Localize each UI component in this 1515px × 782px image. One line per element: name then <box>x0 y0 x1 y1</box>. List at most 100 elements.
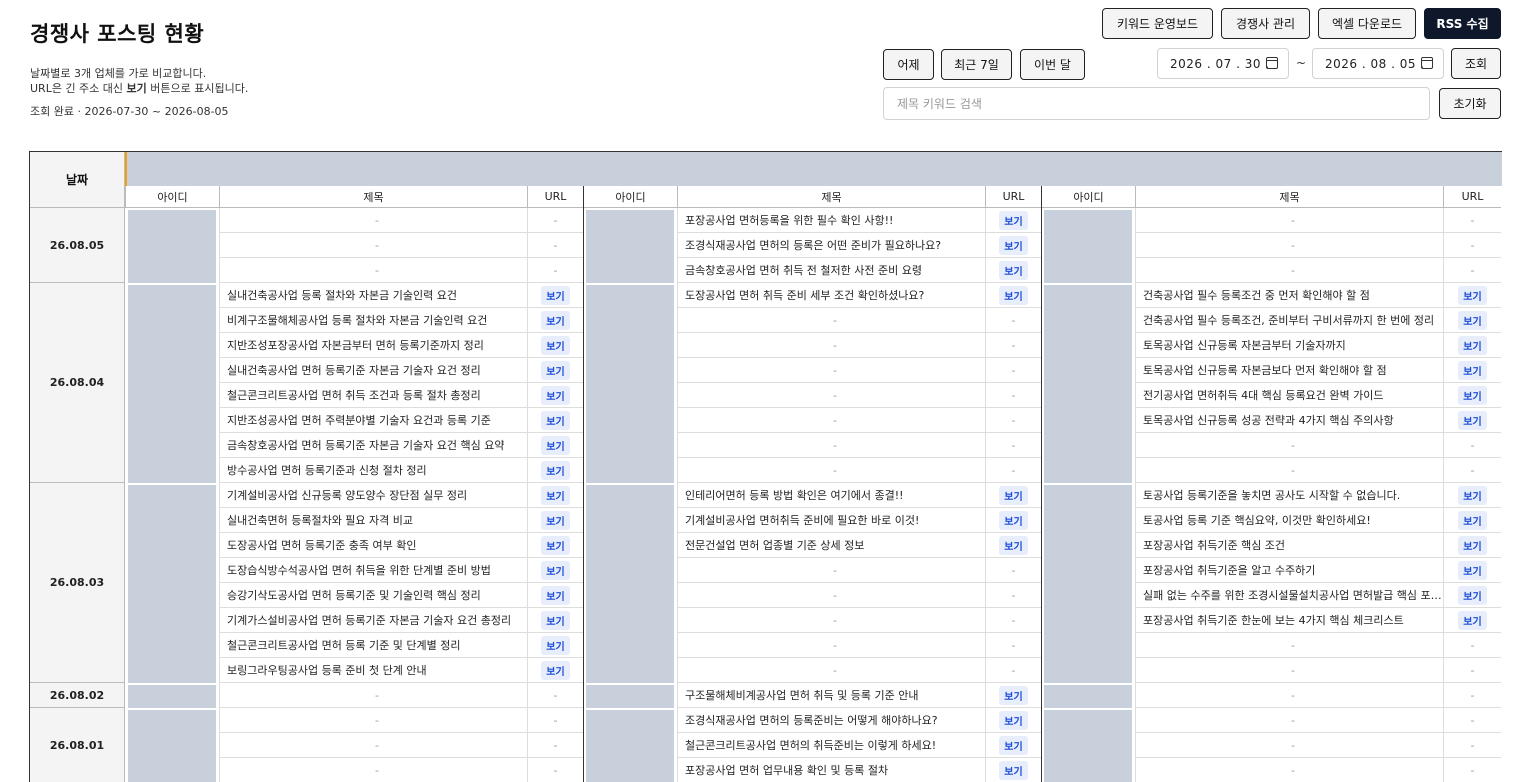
post-title: 포장공사업 취득기준을 알고 수주하기 <box>1143 564 1316 577</box>
view-link-button[interactable]: 보기 <box>999 210 1028 230</box>
post-title-cell[interactable]: 기계가스설비공사업 면허 등록기준 자본금 기술자 요건 총정리 <box>219 608 527 633</box>
view-link-button[interactable]: 보기 <box>999 285 1028 305</box>
view-link-button[interactable]: 보기 <box>999 485 1028 505</box>
view-link-button[interactable]: 보기 <box>999 685 1028 705</box>
post-title-cell[interactable]: 철근콘크리트공사업 면허 취득 조건과 등록 절차 총정리 <box>219 383 527 408</box>
post-title-cell[interactable]: 승강기삭도공사업 면허 등록기준 및 기술인력 핵심 정리 <box>219 583 527 608</box>
view-link-button[interactable]: 보기 <box>1458 360 1487 380</box>
view-link-button[interactable]: 보기 <box>541 435 570 455</box>
view-link-button[interactable]: 보기 <box>541 610 570 630</box>
post-title-cell[interactable]: 포장공사업 취득기준을 알고 수주하기 <box>1135 558 1443 583</box>
view-link-button[interactable]: 보기 <box>1458 585 1487 605</box>
view-link-button[interactable]: 보기 <box>541 560 570 580</box>
calendar-icon[interactable] <box>1421 57 1433 69</box>
view-link-button[interactable]: 보기 <box>999 760 1028 780</box>
view-link-button[interactable]: 보기 <box>999 735 1028 755</box>
view-link-button[interactable]: 보기 <box>541 585 570 605</box>
post-title-cell[interactable]: 실내건축면허 등록절차와 필요 자격 비교 <box>219 508 527 533</box>
post-title-cell[interactable]: 토목공사업 신규등록 성공 전략과 4가지 핵심 주의사항 <box>1135 408 1443 433</box>
view-link-button[interactable]: 보기 <box>1458 610 1487 630</box>
view-link-button[interactable]: 보기 <box>541 510 570 530</box>
view-link-button[interactable]: 보기 <box>1458 385 1487 405</box>
empty-value: - <box>1470 213 1475 227</box>
view-link-button[interactable]: 보기 <box>541 485 570 505</box>
post-title-cell[interactable]: 방수공사업 면허 등록기준과 신청 절차 정리 <box>219 458 527 483</box>
view-link-button[interactable]: 보기 <box>999 235 1028 255</box>
date-to-input[interactable]: 2026 . 08 . 05 . <box>1312 48 1444 79</box>
post-title-cell[interactable]: 토목공사업 신규등록 자본금부터 기술자까지 <box>1135 333 1443 358</box>
reset-button[interactable]: 초기화 <box>1439 88 1501 119</box>
title-keyword-search-input[interactable]: 제목 키워드 검색 <box>883 87 1430 120</box>
empty-value: - <box>553 713 558 727</box>
last-7-days-button[interactable]: 최근 7일 <box>941 49 1012 80</box>
view-link-button[interactable]: 보기 <box>1458 485 1487 505</box>
view-link-button[interactable]: 보기 <box>1458 560 1487 580</box>
view-link-button[interactable]: 보기 <box>1458 535 1487 555</box>
empty-value: - <box>553 763 558 777</box>
post-title-cell[interactable]: 인테리어면허 등록 방법 확인은 여기에서 종결!! <box>677 483 985 508</box>
view-link-button[interactable]: 보기 <box>1458 410 1487 430</box>
excel-download-button[interactable]: 엑셀 다운로드 <box>1318 8 1416 39</box>
date-from-input[interactable]: 2026 . 07 . 30 . <box>1157 48 1289 79</box>
post-title-cell[interactable]: 건축공사업 필수 등록조건, 준비부터 구비서류까지 한 번에 정리 <box>1135 308 1443 333</box>
post-title-cell[interactable]: 실패 없는 수주를 위한 조경시설물설치공사업 면허발급 핵심 포인트 <box>1135 583 1443 608</box>
resize-handle[interactable] <box>125 152 127 186</box>
view-link-button[interactable]: 보기 <box>541 635 570 655</box>
post-title-cell[interactable]: 실내건축공사업 면허 등록기준 자본금 기술자 요건 정리 <box>219 358 527 383</box>
post-title-cell[interactable]: 도장공사업 면허 등록기준 충족 여부 확인 <box>219 533 527 558</box>
calendar-icon[interactable] <box>1266 57 1278 69</box>
post-url-cell: 보기 <box>985 683 1041 708</box>
view-link-button[interactable]: 보기 <box>1458 510 1487 530</box>
view-link-button[interactable]: 보기 <box>999 535 1028 555</box>
view-link-button[interactable]: 보기 <box>541 335 570 355</box>
view-link-button[interactable]: 보기 <box>1458 310 1487 330</box>
rss-collect-button[interactable]: RSS 수집 <box>1424 8 1501 39</box>
post-title-cell[interactable]: 철근콘크리트공사업 면허의 취득준비는 이렇게 하세요! <box>677 733 985 758</box>
post-title-cell[interactable]: 포장공사업 취득기준 핵심 조건 <box>1135 533 1443 558</box>
post-title-cell[interactable]: 구조물해체비계공사업 면허 취득 및 등록 기준 안내 <box>677 683 985 708</box>
post-title-cell[interactable]: 금속창호공사업 면허 등록기준 자본금 기술자 요건 핵심 요약 <box>219 433 527 458</box>
post-title-cell[interactable]: 비계구조물해체공사업 등록 절차와 자본금 기술인력 요건 <box>219 308 527 333</box>
view-link-button[interactable]: 보기 <box>541 310 570 330</box>
query-button[interactable]: 조회 <box>1451 48 1501 79</box>
view-link-button[interactable]: 보기 <box>541 360 570 380</box>
post-title-cell[interactable]: 조경식재공사업 면허의 등록은 어떤 준비가 필요하나요? <box>677 233 985 258</box>
post-url-cell: 보기 <box>985 258 1041 283</box>
post-title-cell[interactable]: 토공사업 등록 기준 핵심요약, 이것만 확인하세요! <box>1135 508 1443 533</box>
post-title-cell[interactable]: 조경식재공사업 면허의 등록준비는 어떻게 해야하나요? <box>677 708 985 733</box>
view-link-button[interactable]: 보기 <box>541 460 570 480</box>
view-link-button[interactable]: 보기 <box>541 660 570 680</box>
empty-value: - <box>1011 563 1016 577</box>
post-title-cell[interactable]: 지반조성공사업 면허 주력분야별 기술자 요건과 등록 기준 <box>219 408 527 433</box>
post-title-cell[interactable]: 토목공사업 신규등록 자본금보다 먼저 확인해야 할 점 <box>1135 358 1443 383</box>
view-link-button[interactable]: 보기 <box>1458 335 1487 355</box>
view-link-button[interactable]: 보기 <box>541 385 570 405</box>
view-link-button[interactable]: 보기 <box>999 510 1028 530</box>
view-link-button[interactable]: 보기 <box>541 285 570 305</box>
post-title-cell[interactable]: 보링그라우팅공사업 등록 준비 첫 단계 안내 <box>219 658 527 683</box>
post-title-cell[interactable]: 도장공사업 면허 취득 준비 세부 조건 확인하셨나요? <box>677 283 985 308</box>
view-link-button[interactable]: 보기 <box>541 410 570 430</box>
post-title-cell[interactable]: 포장공사업 면허 업무내용 확인 및 등록 절차 <box>677 758 985 782</box>
post-title-cell[interactable]: 지반조성포장공사업 자본금부터 면허 등록기준까지 정리 <box>219 333 527 358</box>
post-title-cell[interactable]: 토공사업 등록기준을 놓치면 공사도 시작할 수 없습니다. <box>1135 483 1443 508</box>
post-title-cell[interactable]: 기계설비공사업 면허취득 준비에 필요한 바로 이것! <box>677 508 985 533</box>
post-title-cell[interactable]: 전기공사업 면허취득 4대 핵심 등록요건 완벽 가이드 <box>1135 383 1443 408</box>
post-title-cell[interactable]: 철근콘크리트공사업 면허 등록 기준 및 단계별 정리 <box>219 633 527 658</box>
post-title-cell[interactable]: 포장공사업 취득기준 한눈에 보는 4가지 핵심 체크리스트 <box>1135 608 1443 633</box>
post-title-cell[interactable]: 기계설비공사업 신규등록 양도양수 장단점 실무 정리 <box>219 483 527 508</box>
yesterday-button[interactable]: 어제 <box>883 49 934 80</box>
this-month-button[interactable]: 이번 달 <box>1020 49 1085 80</box>
view-link-button[interactable]: 보기 <box>541 535 570 555</box>
post-title-cell[interactable]: 금속창호공사업 면허 취득 전 철저한 사전 준비 요령 <box>677 258 985 283</box>
view-link-button[interactable]: 보기 <box>999 710 1028 730</box>
post-title-cell[interactable]: 건축공사업 필수 등록조건 중 먼저 확인해야 할 점 <box>1135 283 1443 308</box>
post-title-cell[interactable]: 포장공사업 면허등록을 위한 필수 확인 사항!! <box>677 208 985 233</box>
post-title-cell[interactable]: 도장습식방수석공사업 면허 취득을 위한 단계별 준비 방법 <box>219 558 527 583</box>
view-link-button[interactable]: 보기 <box>1458 285 1487 305</box>
view-link-button[interactable]: 보기 <box>999 260 1028 280</box>
competitor-manage-button[interactable]: 경쟁사 관리 <box>1221 8 1310 39</box>
post-title-cell[interactable]: 전문건설업 면허 업종별 기준 상세 정보 <box>677 533 985 558</box>
post-title-cell[interactable]: 실내건축공사업 등록 절차와 자본금 기술인력 요건 <box>219 283 527 308</box>
keyword-board-button[interactable]: 키워드 운영보드 <box>1102 8 1213 39</box>
